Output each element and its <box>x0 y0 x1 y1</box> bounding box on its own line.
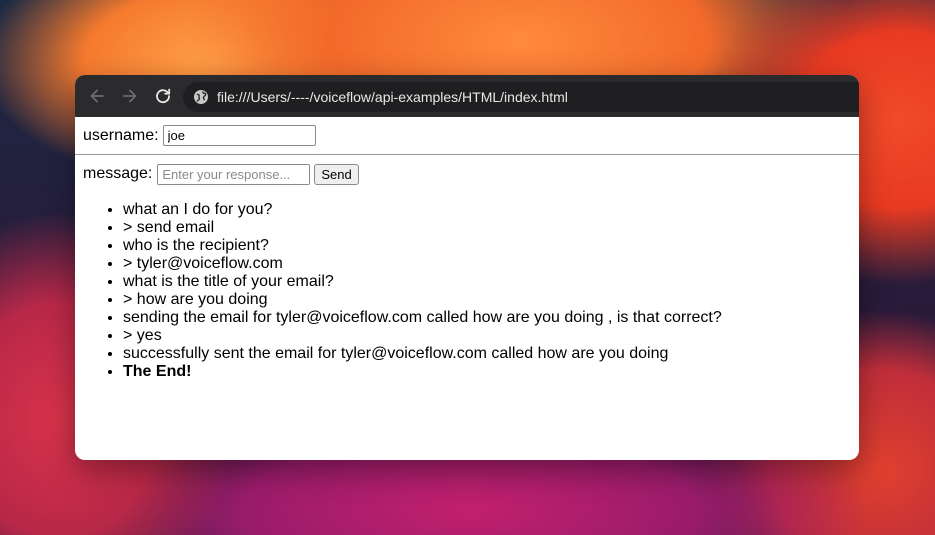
list-item: successfully sent the email for tyler@vo… <box>123 345 859 363</box>
message-list: what an I do for you? > send email who i… <box>75 201 859 381</box>
list-item: > send email <box>123 219 859 237</box>
forward-button[interactable] <box>117 83 143 109</box>
username-row: username: <box>75 117 859 154</box>
address-bar[interactable]: file:///Users/----/voiceflow/api-example… <box>183 82 859 112</box>
send-button[interactable]: Send <box>314 163 359 185</box>
reload-icon <box>156 88 171 104</box>
username-label: username: <box>83 126 159 144</box>
message-row: message: Send <box>75 155 859 193</box>
list-item: who is the recipient? <box>123 237 859 255</box>
list-item: > tyler@voiceflow.com <box>123 255 859 273</box>
url-text: file:///Users/----/voiceflow/api-example… <box>217 89 568 105</box>
list-item: sending the email for tyler@voiceflow.co… <box>123 309 859 327</box>
page-content: username: message: Send what an I do for… <box>75 117 859 381</box>
globe-icon <box>194 90 208 104</box>
list-item: > yes <box>123 327 859 345</box>
message-label: message: <box>83 165 153 182</box>
username-input[interactable] <box>162 125 316 146</box>
arrow-left-icon <box>90 89 104 103</box>
list-item: what an I do for you? <box>123 201 859 219</box>
message-input[interactable] <box>157 163 311 185</box>
reload-button[interactable] <box>150 83 176 109</box>
browser-toolbar: file:///Users/----/voiceflow/api-example… <box>75 75 859 117</box>
arrow-right-icon <box>123 89 137 103</box>
back-button[interactable] <box>84 83 110 109</box>
list-item: what is the title of your email? <box>123 273 859 291</box>
list-item: > how are you doing <box>123 291 859 309</box>
list-item-end: The End! <box>123 363 859 381</box>
browser-window: file:///Users/----/voiceflow/api-example… <box>75 75 859 460</box>
